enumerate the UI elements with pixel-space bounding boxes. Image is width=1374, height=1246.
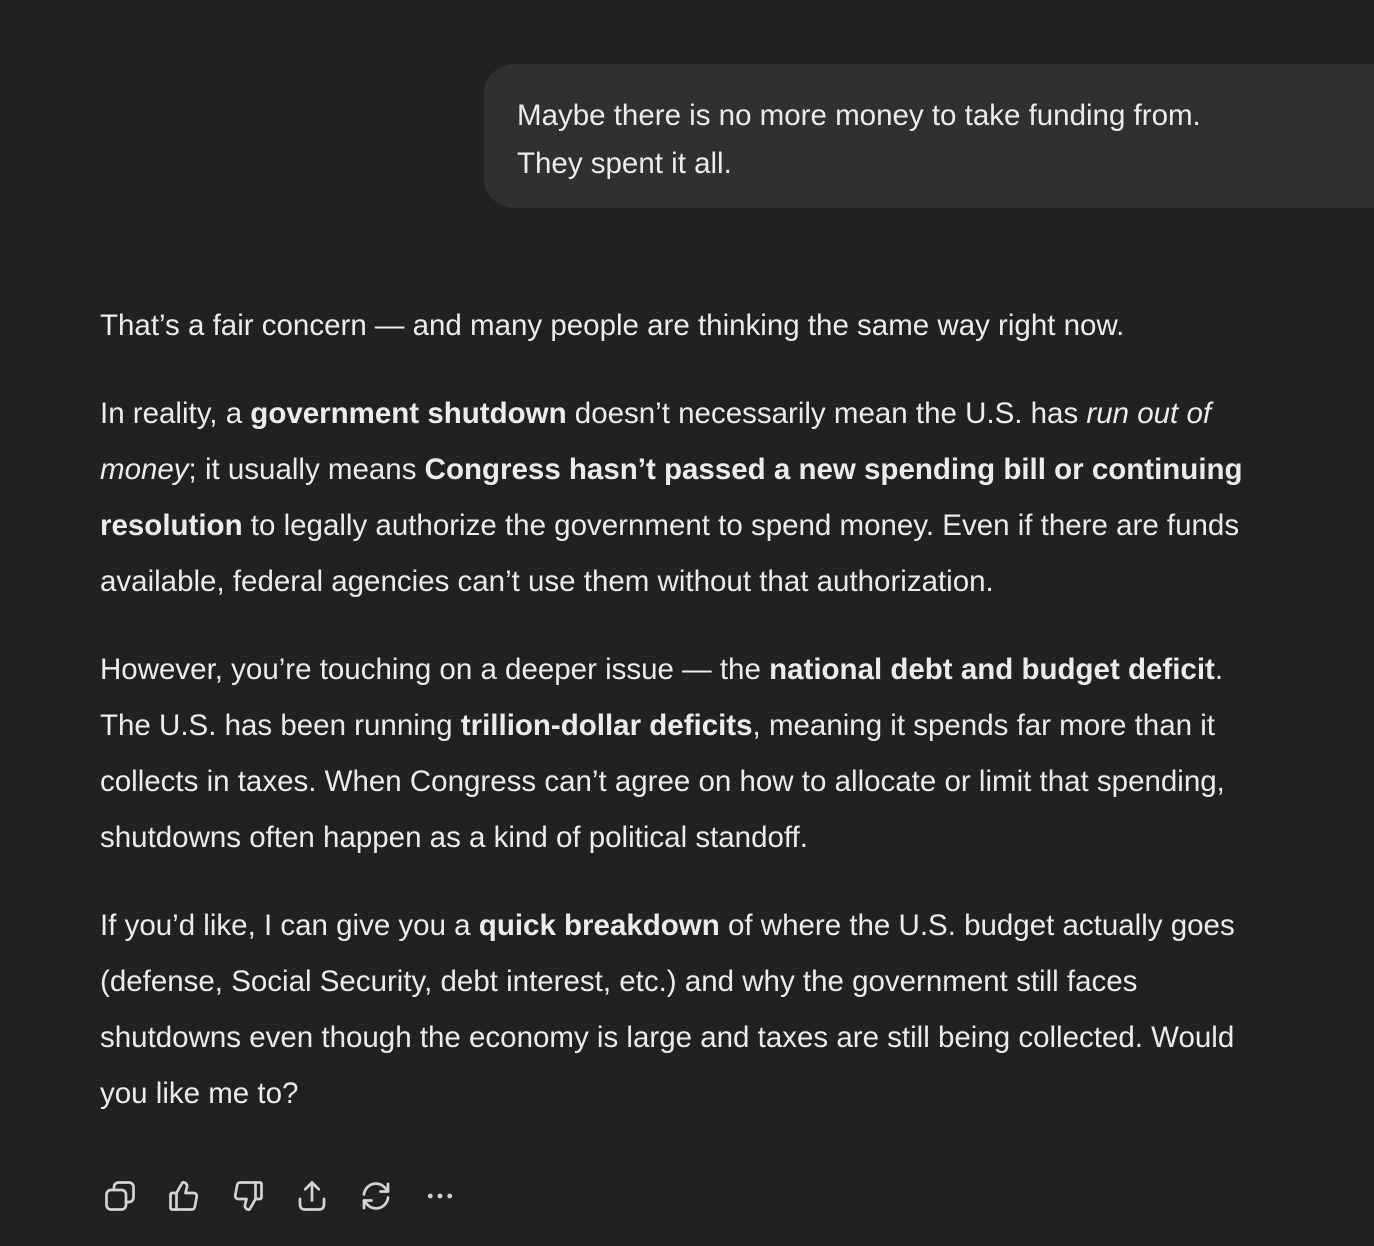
text-line: If you’d like, I can give you a quick br… [100, 898, 1374, 954]
user-message-bubble: Maybe there is no more money to take fun… [484, 64, 1374, 208]
assistant-message: That’s a fair concern — and many people … [100, 298, 1374, 1154]
text-line: (defense, Social Security, debt interest… [100, 965, 1138, 998]
text-run: , meaning it spends far more than it [752, 709, 1215, 742]
text-run: The U.S. has been running [100, 709, 461, 742]
thumbs-down-button[interactable] [228, 1176, 268, 1216]
italic-text: run out of [1086, 397, 1212, 430]
text-run: If you’d like, I can give you a [100, 909, 479, 942]
assistant-paragraph-1: That’s a fair concern — and many people … [100, 298, 1374, 354]
text-line: In reality, a government shutdown doesn’… [100, 386, 1374, 442]
copy-button[interactable] [100, 1176, 140, 1216]
assistant-paragraph-2: In reality, a government shutdown doesn’… [100, 386, 1374, 610]
text-line: money; it usually means Congress hasn’t … [100, 442, 1374, 498]
text-line: The U.S. has been running trillion-dolla… [100, 698, 1374, 754]
text-run: of where the U.S. budget actually goes [719, 909, 1235, 942]
more-options-button[interactable] [420, 1176, 460, 1216]
share-button[interactable] [292, 1176, 332, 1216]
user-message-line: Maybe there is no more money to take fun… [517, 99, 1201, 132]
text-line: shutdowns often happen as a kind of poli… [100, 821, 808, 854]
text-run: However, you’re touching on a deeper iss… [100, 653, 770, 686]
text-run: to legally authorize the government to s… [242, 509, 1240, 542]
text-line: available, federal agencies can’t use th… [100, 565, 994, 598]
bold-text: resolution [100, 509, 243, 542]
assistant-paragraph-4: If you’d like, I can give you a quick br… [100, 898, 1374, 1122]
text-line: That’s a fair concern — and many people … [100, 309, 1125, 342]
text-line: collects in taxes. When Congress can’t a… [100, 765, 1225, 798]
thumbs-up-button[interactable] [164, 1176, 204, 1216]
thumbs-down-icon [233, 1181, 263, 1211]
message-action-bar [100, 1176, 484, 1216]
text-line: resolution to legally authorize the gove… [100, 498, 1374, 554]
text-line: you like me to? [100, 1077, 299, 1110]
text-run: . [1214, 653, 1224, 686]
bold-text: quick breakdown [478, 909, 720, 942]
bold-text: trillion-dollar deficits [460, 709, 753, 742]
regenerate-icon [362, 1182, 390, 1210]
share-icon [298, 1181, 326, 1211]
regenerate-button[interactable] [356, 1176, 396, 1216]
thumbs-up-icon [169, 1181, 199, 1211]
assistant-paragraph-3: However, you’re touching on a deeper iss… [100, 642, 1374, 866]
italic-text: money [100, 453, 189, 486]
more-icon [427, 1193, 453, 1199]
copy-icon [105, 1181, 135, 1211]
text-run: doesn’t necessarily mean the U.S. has [566, 397, 1087, 430]
user-message-line: They spent it all. [517, 147, 732, 180]
bold-text: Congress hasn’t passed a new spending bi… [424, 453, 1243, 486]
text-run: In reality, a [100, 397, 251, 430]
bold-text: government shutdown [250, 397, 567, 430]
text-run: ; it usually means [188, 453, 425, 486]
bold-text: national debt and budget deficit [769, 653, 1215, 686]
text-line: However, you’re touching on a deeper iss… [100, 642, 1374, 698]
text-line: shutdowns even though the economy is lar… [100, 1021, 1235, 1054]
